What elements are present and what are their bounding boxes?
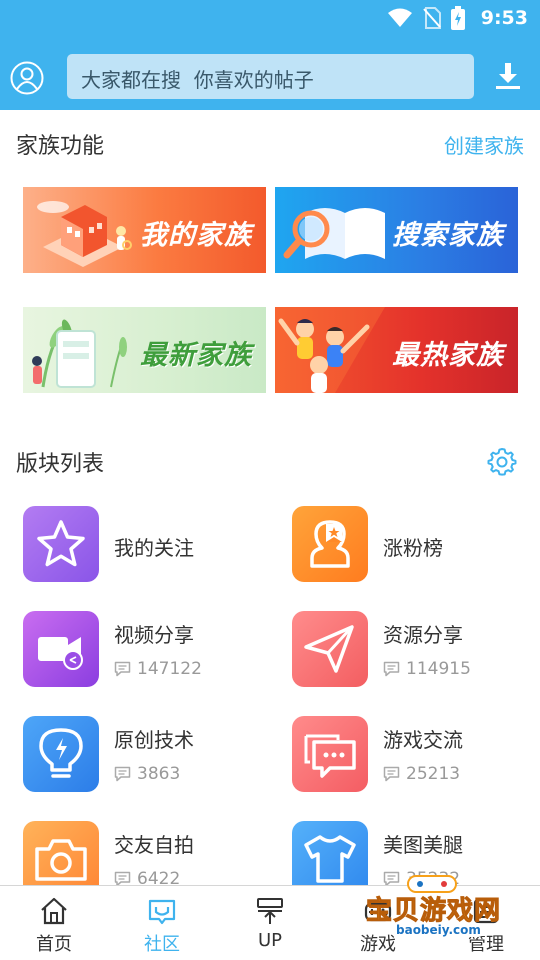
watermark-logo: 宝贝游戏网 baobeiy.com [362, 872, 512, 952]
banner-label: 最热家族 [392, 340, 504, 371]
no-sim-icon [422, 7, 441, 29]
family-section-title: 家族功能 [16, 134, 105, 159]
wifi-icon [387, 8, 412, 27]
post-count-value: 3863 [137, 764, 181, 784]
post-count: 25213 [383, 764, 460, 784]
banner-new-family[interactable]: 最新家族 [23, 307, 266, 393]
app-header: 9:53 大家都在搜 你喜欢的帖子 [0, 0, 540, 110]
post-count: 114915 [383, 659, 471, 679]
search-input[interactable]: 大家都在搜 你喜欢的帖子 [67, 54, 474, 99]
battery-charging-icon [450, 6, 465, 30]
status-time: 9:53 [480, 7, 528, 29]
download-icon[interactable] [492, 60, 524, 92]
board-icon [292, 506, 368, 582]
search-placeholder: 大家都在搜 你喜欢的帖子 [81, 68, 314, 92]
comment-icon [114, 766, 131, 782]
rank-person-icon [310, 520, 350, 568]
star-icon [37, 520, 85, 567]
board-name: 涨粉榜 [383, 536, 443, 560]
board-name: 游戏交流 [383, 728, 463, 752]
board-item-resource-share[interactable]: 资源分享 114915 [292, 611, 540, 691]
up-icon [257, 898, 283, 924]
banner-label: 最新家族 [140, 340, 252, 371]
board-name: 交友自拍 [114, 833, 194, 857]
nav-item-community[interactable]: 社区 [108, 886, 216, 960]
comment-icon [383, 661, 400, 677]
banner-search-family[interactable]: 搜索家族 [275, 187, 518, 273]
board-item-fan-rank[interactable]: 涨粉榜 [292, 506, 540, 586]
post-count-value: 147122 [137, 659, 202, 679]
board-name: 资源分享 [383, 623, 463, 647]
paper-plane-icon [304, 625, 354, 673]
video-camera-icon [38, 637, 83, 670]
banner-label: 我的家族 [140, 220, 252, 251]
board-name: 原创技术 [114, 728, 194, 752]
board-item-video-share[interactable]: 视频分享 147122 [23, 611, 273, 691]
community-icon [148, 899, 176, 925]
board-icon [23, 611, 99, 687]
post-count: 147122 [114, 659, 202, 679]
status-bar: 9:53 [0, 0, 540, 36]
create-family-link[interactable]: 创建家族 [444, 130, 524, 159]
board-item-original-tech[interactable]: 原创技术 3863 [23, 716, 273, 796]
search-row: 大家都在搜 你喜欢的帖子 [0, 54, 540, 100]
avatar-icon[interactable] [10, 61, 44, 95]
board-icon [292, 611, 368, 687]
post-count-value: 114915 [406, 659, 471, 679]
nav-label: UP [257, 930, 283, 951]
nav-item-up[interactable]: UP [216, 886, 324, 960]
status-icons: 9:53 [387, 6, 528, 30]
comment-icon [114, 661, 131, 677]
watermark-site: baobeiy.com [392, 923, 485, 937]
boards-section-title: 版块列表 [16, 452, 105, 477]
lightbulb-icon [39, 728, 83, 778]
board-icon [23, 716, 99, 792]
chat-bubbles-icon [304, 734, 356, 778]
nav-label: 首页 [36, 934, 72, 955]
board-icon [292, 716, 368, 792]
post-count: 3863 [114, 764, 180, 784]
banner-hot-family[interactable]: 最热家族 [275, 307, 518, 393]
comment-icon [383, 766, 400, 782]
board-item-my-follow[interactable]: 我的关注 [23, 506, 273, 586]
board-name: 视频分享 [114, 623, 194, 647]
home-icon [41, 897, 67, 925]
nav-label: 社区 [144, 934, 180, 955]
board-item-game-chat[interactable]: 游戏交流 25213 [292, 716, 540, 796]
watermark-title: 宝贝游戏网 [365, 896, 502, 927]
banner-my-family[interactable]: 我的家族 [23, 187, 266, 273]
board-name: 我的关注 [114, 536, 194, 560]
post-count-value: 25213 [406, 764, 461, 784]
nav-item-home[interactable]: 首页 [0, 886, 108, 960]
board-name: 美图美腿 [383, 833, 463, 857]
banner-label: 搜索家族 [392, 220, 504, 251]
gear-icon[interactable] [487, 446, 517, 476]
board-icon [23, 506, 99, 582]
